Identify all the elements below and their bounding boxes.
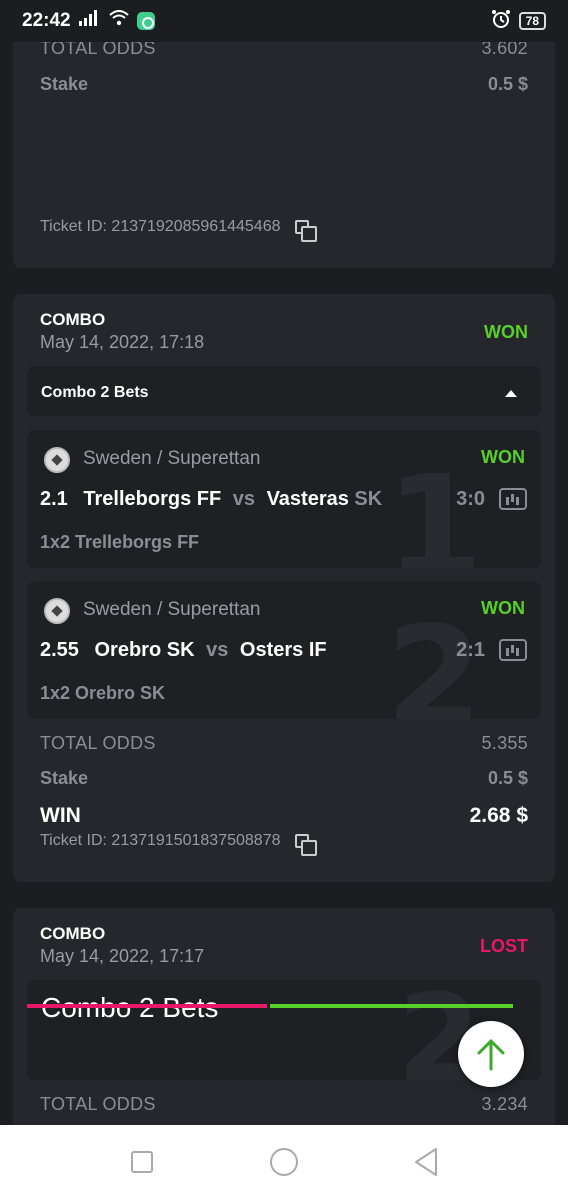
stats-icon[interactable] xyxy=(499,639,527,661)
copy-icon[interactable] xyxy=(294,219,317,242)
signal-icon xyxy=(78,10,101,32)
soccer-ball-icon xyxy=(44,447,70,473)
stake-value: 0.5 $ xyxy=(487,74,528,94)
won-progress-bar xyxy=(270,1004,513,1008)
win-label: WIN xyxy=(40,804,81,827)
event-odd: 2.1 xyxy=(40,488,68,510)
score: 3:0 xyxy=(456,488,485,510)
vs-label: vs xyxy=(232,488,255,510)
league-name: Sweden / Superettan xyxy=(83,599,261,620)
bet-date: May 14, 2022, 17:18 xyxy=(40,332,205,352)
status-badge: LOST xyxy=(480,936,528,956)
pick-label: 1x2 Orebro SK xyxy=(40,683,166,703)
combo-label: Combo 2 Bets xyxy=(41,384,149,401)
event-odd: 2.55 xyxy=(40,639,79,661)
home-button[interactable] xyxy=(270,1148,298,1176)
stake-label: Stake xyxy=(40,74,89,94)
recent-apps-button[interactable] xyxy=(131,1151,153,1173)
total-odds-label: TOTAL ODDS xyxy=(40,1094,156,1114)
away-team: Vasteras xyxy=(266,488,349,510)
home-team: Trelleborgs FF xyxy=(83,488,222,510)
away-team: Osters IF xyxy=(239,639,327,661)
total-odds-value: 3.234 xyxy=(481,1094,528,1114)
vs-label: vs xyxy=(206,639,229,661)
event-number: 2 xyxy=(385,597,483,720)
status-badge: WON xyxy=(484,322,528,342)
event-item: 2 Sweden / Superettan WON 2.55 Orebro SK… xyxy=(27,581,541,719)
copy-icon[interactable] xyxy=(294,833,317,856)
score: 2:1 xyxy=(456,639,485,661)
match-line: 2.1 Trelleborgs FF vs Vasteras SK xyxy=(40,488,382,511)
away-team-suffix: SK xyxy=(354,488,383,510)
league-name: Sweden / Superettan xyxy=(83,448,261,469)
caret-up-icon xyxy=(505,390,517,397)
total-odds-value: 5.355 xyxy=(481,733,528,753)
status-bar: 22:42 78 xyxy=(0,0,568,42)
bet-type: COMBO xyxy=(40,310,106,329)
scroll-to-top-button[interactable] xyxy=(458,1021,524,1087)
stake-label: Stake xyxy=(40,768,89,788)
stats-icon[interactable] xyxy=(499,488,527,510)
lost-progress-bar xyxy=(27,1004,267,1008)
event-number: 1 xyxy=(385,446,483,569)
status-time: 22:42 xyxy=(22,10,71,31)
event-status: WON xyxy=(481,598,525,618)
app-notification-icon xyxy=(136,12,155,30)
bet-date: May 14, 2022, 17:17 xyxy=(40,946,205,966)
ticket-id: Ticket ID: 2137192085961445468 xyxy=(40,218,281,235)
ticket-card: COMBO May 14, 2022, 17:18 WON Combo 2 Be… xyxy=(13,294,555,882)
arrow-up-icon xyxy=(477,1039,505,1071)
alarm-icon xyxy=(491,9,511,34)
ticket-id: Ticket ID: 2137191501837508878 xyxy=(40,832,281,849)
soccer-ball-icon xyxy=(44,598,70,624)
event-item: 1 Sweden / Superettan WON 2.1 Trelleborg… xyxy=(27,430,541,568)
system-nav-bar xyxy=(0,1125,568,1200)
bet-type: COMBO xyxy=(40,924,106,943)
home-team: Orebro SK xyxy=(94,639,195,661)
win-value: 2.68 $ xyxy=(469,804,528,827)
match-line: 2.55 Orebro SK vs Osters IF xyxy=(40,639,327,662)
back-button[interactable] xyxy=(413,1147,439,1182)
stake-value: 0.5 $ xyxy=(487,768,528,788)
battery-icon: 78 xyxy=(518,12,546,30)
combo-toggle[interactable]: Combo 2 Bets xyxy=(27,366,541,416)
wifi-icon xyxy=(108,10,129,32)
pick-label: 1x2 Trelleborgs FF xyxy=(40,532,200,552)
combo-label: Combo 2 Bets xyxy=(41,992,218,1024)
total-odds-label: TOTAL ODDS xyxy=(40,733,156,753)
event-status: WON xyxy=(481,447,525,467)
